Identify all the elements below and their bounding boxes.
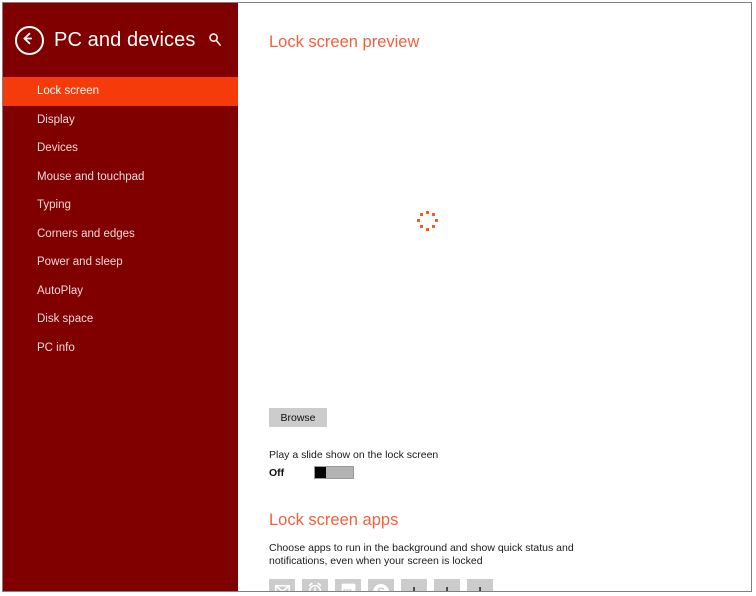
sidebar-item-lock-screen[interactable]: Lock screen — [3, 77, 238, 106]
app-tile-skype[interactable]: S — [368, 579, 394, 592]
sidebar-item-pc-info[interactable]: PC info — [3, 334, 238, 363]
sidebar-item-display[interactable]: Display — [3, 106, 238, 135]
slideshow-toggle[interactable] — [314, 466, 354, 479]
sidebar-item-label: PC info — [37, 341, 75, 354]
lock-screen-preview-area — [269, 52, 751, 407]
add-icon: + — [474, 581, 486, 592]
sidebar-item-label: AutoPlay — [37, 284, 84, 297]
browse-button[interactable]: Browse — [269, 408, 327, 427]
lock-screen-apps-heading: Lock screen apps — [269, 511, 399, 529]
sidebar-nav: Lock screen Display Devices Mouse and to… — [3, 77, 238, 362]
app-tile-mail[interactable] — [269, 579, 295, 591]
sidebar-item-label: Mouse and touchpad — [37, 170, 145, 183]
search-icon[interactable] — [206, 31, 224, 49]
sidebar-item-label: Corners and edges — [37, 227, 135, 240]
sidebar-item-mouse-and-touchpad[interactable]: Mouse and touchpad — [3, 163, 238, 192]
settings-window: PC and devices Lock screen Display Devic… — [2, 2, 752, 592]
sidebar-item-label: Display — [37, 113, 75, 126]
calendar-icon — [341, 583, 356, 591]
content-pane: Lock screen preview Browse Play a slide … — [238, 3, 751, 591]
app-tile-alarm[interactable] — [302, 579, 328, 591]
app-tile-add-3[interactable]: + — [467, 579, 493, 592]
app-tile-calendar[interactable] — [335, 579, 361, 591]
sidebar-item-power-and-sleep[interactable]: Power and sleep — [3, 248, 238, 277]
skype-letter: S — [376, 585, 385, 592]
sidebar-item-label: Lock screen — [37, 85, 100, 98]
loading-spinner — [417, 211, 439, 233]
mail-icon — [274, 583, 290, 591]
slideshow-label: Play a slide show on the lock screen — [269, 449, 439, 461]
slideshow-toggle-row: Off — [269, 466, 751, 479]
slideshow-toggle-state: Off — [269, 466, 285, 479]
sidebar-item-label: Power and sleep — [37, 256, 123, 269]
sidebar-item-typing[interactable]: Typing — [3, 191, 238, 220]
sidebar-item-devices[interactable]: Devices — [3, 134, 238, 163]
skype-icon: S — [373, 584, 389, 592]
lock-screen-apps-description: Choose apps to run in the background and… — [269, 542, 574, 567]
alarm-clock-icon — [307, 582, 323, 591]
sidebar-item-label: Devices — [37, 142, 78, 155]
add-icon: + — [441, 581, 453, 592]
back-button[interactable] — [15, 25, 44, 55]
page-title: PC and devices — [54, 28, 196, 51]
sidebar-item-label: Disk space — [37, 313, 94, 326]
sidebar-header: PC and devices — [3, 3, 238, 77]
lock-screen-app-tiles: S + + + — [269, 579, 751, 592]
sidebar-item-disk-space[interactable]: Disk space — [3, 305, 238, 334]
sidebar: PC and devices Lock screen Display Devic… — [3, 3, 238, 591]
sidebar-item-label: Typing — [37, 199, 71, 212]
sidebar-item-autoplay[interactable]: AutoPlay — [3, 277, 238, 306]
lock-screen-preview-heading: Lock screen preview — [269, 33, 420, 51]
sidebar-item-corners-and-edges[interactable]: Corners and edges — [3, 220, 238, 249]
app-tile-add-1[interactable]: + — [401, 579, 427, 592]
toggle-thumb — [315, 467, 326, 478]
app-tile-add-2[interactable]: + — [434, 579, 460, 592]
add-icon: + — [408, 581, 420, 592]
